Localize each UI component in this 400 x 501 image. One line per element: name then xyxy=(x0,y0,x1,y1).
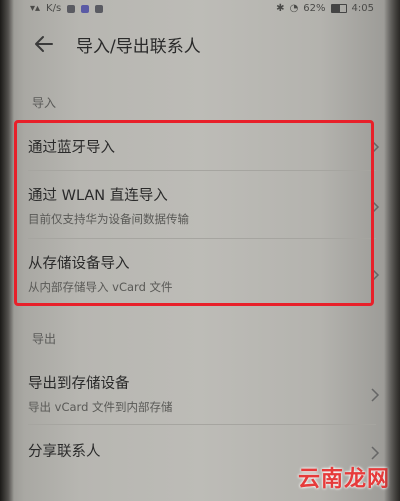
clock: 4:05 xyxy=(351,3,374,14)
divider xyxy=(28,424,376,425)
export-storage-item[interactable]: 导出到存储设备 导出 vCard 文件到内部存储 xyxy=(28,372,380,415)
battery-percent: 62% xyxy=(303,3,326,14)
share-contacts-item[interactable]: 分享联系人 xyxy=(28,440,380,461)
battery-icon xyxy=(330,4,347,13)
page-title: 导入/导出联系人 xyxy=(76,37,201,57)
wifi-icon: ◔ xyxy=(289,3,299,14)
item-title: 导出到存储设备 xyxy=(28,376,130,392)
app-bar: 导入/导出联系人 xyxy=(0,24,400,64)
battery-fill xyxy=(331,5,341,12)
status-bar: ▾▴ K/s ✱ ◔ 62% 4:05 xyxy=(0,0,400,18)
signal-icon: ▾▴ xyxy=(30,3,41,14)
section-label-export: 导出 xyxy=(32,332,57,346)
item-title: 分享联系人 xyxy=(28,444,101,460)
section-label-import: 导入 xyxy=(32,96,57,110)
arrow-left-icon[interactable] xyxy=(32,32,56,56)
phone-screen: ▾▴ K/s ✱ ◔ 62% 4:05 导入/导出联系人 导入 通过蓝牙导入 通… xyxy=(0,0,400,501)
network-speed: K/s xyxy=(46,3,62,14)
watermark: 云南龙网 xyxy=(297,467,390,492)
annotation-highlight-box xyxy=(14,120,374,306)
chevron-right-icon xyxy=(371,388,380,402)
notification-icon xyxy=(67,4,76,13)
item-subtitle: 导出 vCard 文件到内部存储 xyxy=(28,400,173,414)
status-right: ✱ ◔ 62% 4:05 xyxy=(276,3,374,14)
shield-icon xyxy=(95,4,104,13)
app-notification-icon xyxy=(81,4,90,13)
status-left: ▾▴ K/s xyxy=(30,3,104,14)
chevron-right-icon xyxy=(371,446,380,460)
bluetooth-icon: ✱ xyxy=(276,3,285,14)
